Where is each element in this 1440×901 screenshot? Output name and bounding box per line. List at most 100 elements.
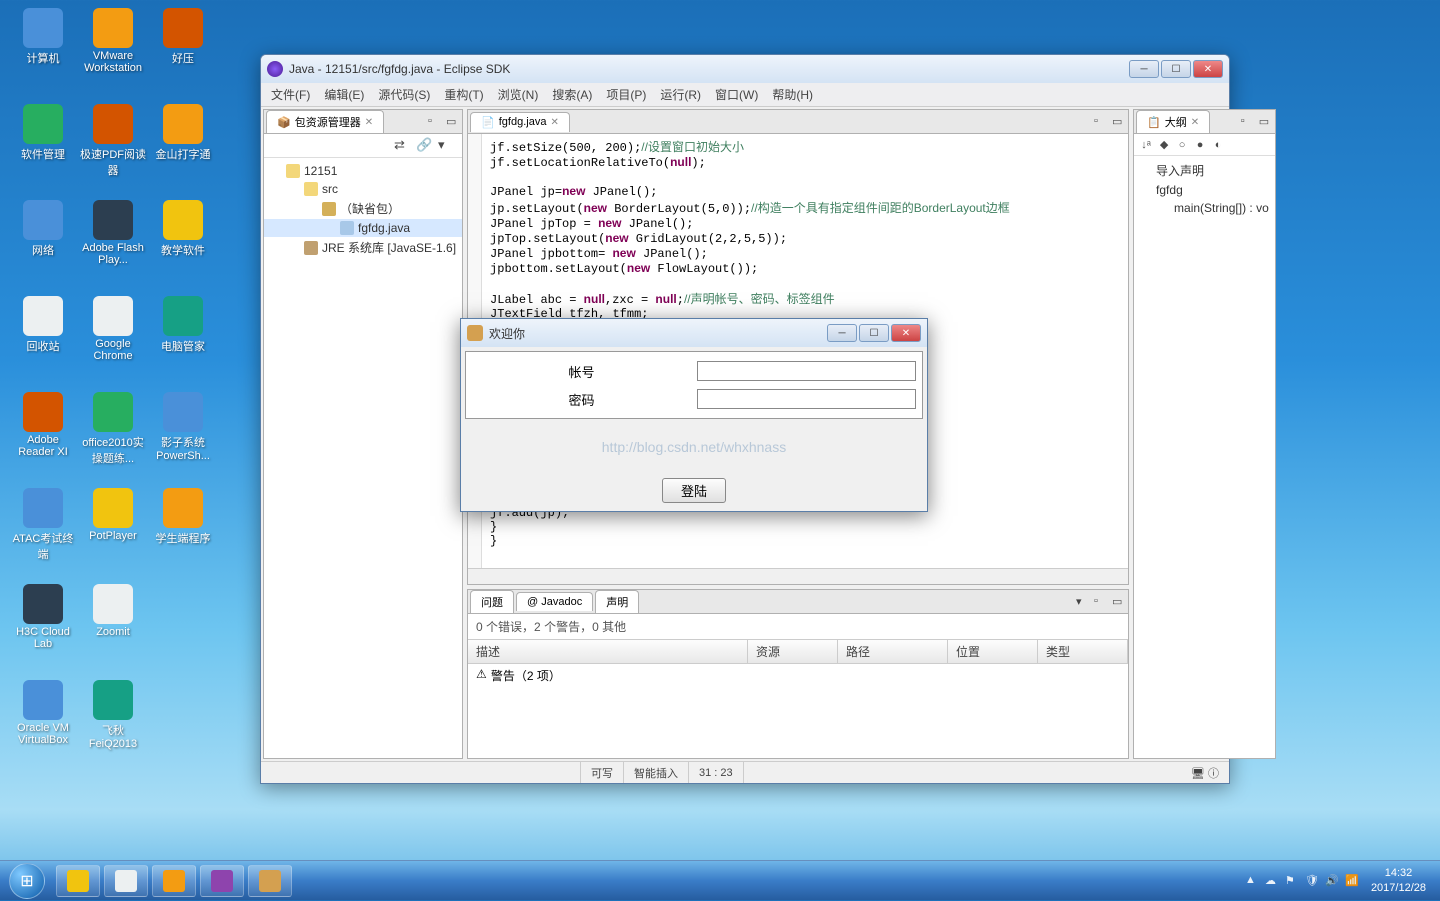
- desktop-icon[interactable]: Zoomit: [78, 584, 148, 668]
- column-header[interactable]: 位置: [948, 640, 1038, 663]
- menu-item[interactable]: 搜索(A): [548, 84, 596, 105]
- desktop-icon[interactable]: 影子系统 PowerSh...: [148, 392, 218, 476]
- maximize-icon[interactable]: ▭: [1259, 115, 1273, 129]
- tray-icon[interactable]: ⚑: [1285, 874, 1299, 888]
- maximize-icon[interactable]: ▭: [1112, 595, 1126, 609]
- desktop-icon[interactable]: H3C Cloud Lab: [8, 584, 78, 668]
- close-button[interactable]: ✕: [891, 324, 921, 342]
- close-icon[interactable]: ✕: [365, 117, 373, 128]
- tree-item[interactable]: （缺省包）: [264, 198, 462, 219]
- menu-item[interactable]: 编辑(E): [320, 84, 368, 105]
- menu-item[interactable]: 重构(T): [440, 84, 487, 105]
- tray-icon[interactable]: 📶: [1345, 874, 1359, 888]
- desktop-icon[interactable]: Adobe Reader XI: [8, 392, 78, 476]
- menu-item[interactable]: 文件(F): [267, 84, 314, 105]
- desktop-icon[interactable]: 教学软件: [148, 200, 218, 284]
- taskbar-vmware[interactable]: [152, 865, 196, 897]
- minimize-button[interactable]: ─: [1129, 60, 1159, 78]
- hide-icon[interactable]: ◐: [1210, 137, 1226, 153]
- taskbar-java[interactable]: [248, 865, 292, 897]
- maximize-button[interactable]: ☐: [859, 324, 889, 342]
- tray-icon[interactable]: ▲: [1245, 874, 1259, 888]
- desktop-icon[interactable]: 飞秋 FeiQ2013: [78, 680, 148, 764]
- minimize-icon[interactable]: ▫: [1094, 595, 1108, 609]
- table-row[interactable]: ⚠ 警告（2 项）: [468, 664, 1128, 687]
- menu-item[interactable]: 运行(R): [656, 84, 705, 105]
- menu-item[interactable]: 帮助(H): [768, 84, 817, 105]
- column-header[interactable]: 资源: [748, 640, 838, 663]
- desktop-icon[interactable]: Google Chrome: [78, 296, 148, 380]
- password-input[interactable]: [697, 389, 916, 409]
- tree-item[interactable]: 导入声明: [1134, 160, 1275, 181]
- problems-tab[interactable]: @ Javadoc: [516, 592, 593, 611]
- desktop-icon[interactable]: 金山打字通: [148, 104, 218, 188]
- desktop-icon[interactable]: 回收站: [8, 296, 78, 380]
- taskbar-chrome[interactable]: [104, 865, 148, 897]
- column-header[interactable]: 类型: [1038, 640, 1128, 663]
- close-icon[interactable]: ✕: [1191, 117, 1199, 128]
- minimize-button[interactable]: ─: [827, 324, 857, 342]
- maximize-icon[interactable]: ▭: [446, 115, 460, 129]
- desktop-icon[interactable]: office2010实操题练...: [78, 392, 148, 476]
- menu-item[interactable]: 浏览(N): [494, 84, 543, 105]
- hide-icon[interactable]: ○: [1174, 137, 1190, 153]
- eclipse-titlebar[interactable]: Java - 12151/src/fgfdg.java - Eclipse SD…: [261, 55, 1229, 83]
- close-button[interactable]: ✕: [1193, 60, 1223, 78]
- problems-tab[interactable]: 声明: [595, 590, 639, 613]
- close-icon[interactable]: ✕: [550, 117, 558, 128]
- taskbar-explorer[interactable]: [56, 865, 100, 897]
- column-header[interactable]: 描述: [468, 640, 748, 663]
- outline-tree[interactable]: 导入声明fgfdgmain(String[]) : vo: [1134, 156, 1275, 758]
- taskbar: ⊞ ▲ ☁ ⚑ 🛡 🔊 📶 14:32 2017/12/28: [0, 860, 1440, 900]
- minimize-icon[interactable]: ▫: [1241, 115, 1255, 129]
- tree-item[interactable]: JRE 系统库 [JavaSE-1.6]: [264, 237, 462, 258]
- tree-item[interactable]: fgfdg: [1134, 181, 1275, 199]
- sort-icon[interactable]: ↓ᵃ: [1138, 137, 1154, 153]
- link-icon[interactable]: 🔗: [416, 137, 434, 155]
- menu-item[interactable]: 源代码(S): [374, 84, 434, 105]
- desktop-icon[interactable]: Oracle VM VirtualBox: [8, 680, 78, 764]
- tree-item[interactable]: src: [264, 180, 462, 198]
- tree-item[interactable]: main(String[]) : vo: [1134, 199, 1275, 217]
- desktop-icon[interactable]: 软件管理: [8, 104, 78, 188]
- start-button[interactable]: ⊞: [0, 861, 54, 901]
- tray-icon[interactable]: 🔊: [1325, 874, 1339, 888]
- tree-item[interactable]: fgfdg.java: [264, 219, 462, 237]
- horizontal-scrollbar[interactable]: [468, 568, 1128, 584]
- desktop-icon[interactable]: 学生端程序: [148, 488, 218, 572]
- desktop-icon[interactable]: PotPlayer: [78, 488, 148, 572]
- desktop-icon[interactable]: 好压: [148, 8, 218, 92]
- username-input[interactable]: [697, 361, 916, 381]
- taskbar-eclipse[interactable]: [200, 865, 244, 897]
- hide-icon[interactable]: ●: [1192, 137, 1208, 153]
- problems-tab[interactable]: 问题: [470, 590, 514, 613]
- tray-icon[interactable]: 🛡: [1305, 874, 1319, 888]
- tray-icon[interactable]: ☁: [1265, 874, 1279, 888]
- maximize-button[interactable]: ☐: [1161, 60, 1191, 78]
- package-explorer-tab[interactable]: 📦 包资源管理器 ✕: [266, 110, 384, 133]
- minimize-icon[interactable]: ▫: [1094, 115, 1108, 129]
- desktop-icon[interactable]: ATAC考试终端: [8, 488, 78, 572]
- dialog-titlebar[interactable]: 欢迎你 ─ ☐ ✕: [461, 319, 927, 347]
- menu-icon[interactable]: ▾: [1076, 595, 1090, 609]
- menu-item[interactable]: 窗口(W): [711, 84, 762, 105]
- outline-tab[interactable]: 📋 大纲 ✕: [1136, 110, 1210, 133]
- login-button[interactable]: 登陆: [662, 478, 726, 503]
- column-header[interactable]: 路径: [838, 640, 948, 663]
- desktop-icon[interactable]: 计算机: [8, 8, 78, 92]
- desktop-icon[interactable]: 电脑管家: [148, 296, 218, 380]
- editor-tab[interactable]: 📄 fgfdg.java ✕: [470, 112, 570, 132]
- desktop-icon[interactable]: Adobe Flash Play...: [78, 200, 148, 284]
- desktop-icon[interactable]: 极速PDF阅读器: [78, 104, 148, 188]
- tree-item[interactable]: 12151: [264, 162, 462, 180]
- collapse-icon[interactable]: ⇄: [394, 137, 412, 155]
- maximize-icon[interactable]: ▭: [1112, 115, 1126, 129]
- desktop-icon[interactable]: 网络: [8, 200, 78, 284]
- package-tree[interactable]: 12151src（缺省包）fgfdg.javaJRE 系统库 [JavaSE-1…: [264, 158, 462, 758]
- menu-icon[interactable]: ▾: [438, 137, 456, 155]
- menu-item[interactable]: 项目(P): [602, 84, 650, 105]
- filter-icon[interactable]: ◆: [1156, 137, 1172, 153]
- desktop-icon[interactable]: VMware Workstation: [78, 8, 148, 92]
- minimize-icon[interactable]: ▫: [428, 115, 442, 129]
- taskbar-clock[interactable]: 14:32 2017/12/28: [1365, 866, 1432, 895]
